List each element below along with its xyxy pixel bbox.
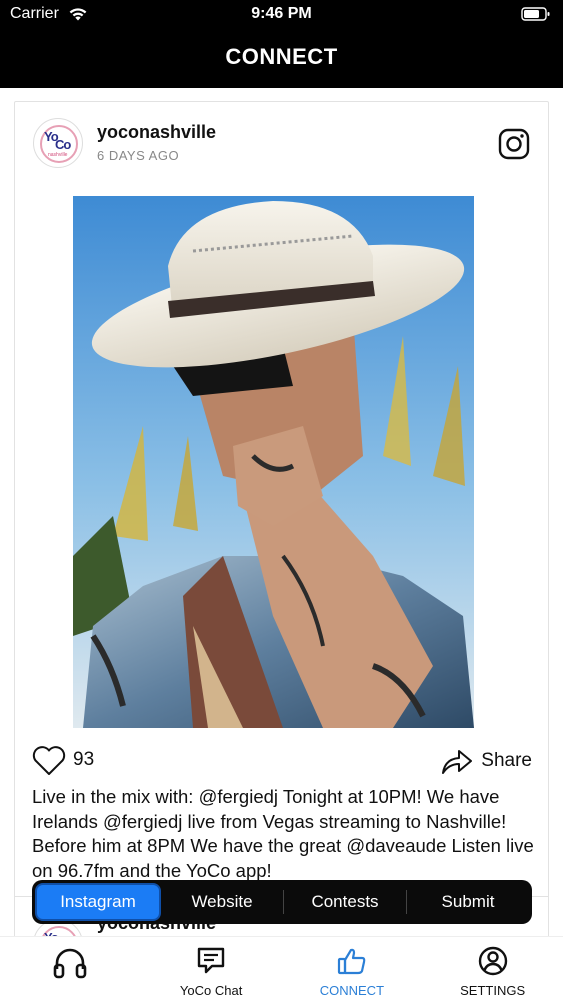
clock: 9:46 PM	[251, 5, 312, 22]
status-bar: Carrier 9:46 PM	[0, 0, 563, 30]
page-title: CONNECT	[225, 44, 338, 69]
share-button[interactable]: Share	[441, 745, 532, 777]
tab-label: SETTINGS	[460, 983, 526, 998]
headphones-icon	[54, 948, 87, 979]
share-label: Share	[481, 750, 532, 771]
tab-listen[interactable]	[0, 937, 141, 1000]
segment-submit[interactable]: Submit	[407, 883, 529, 921]
instagram-feed[interactable]: Yo Co nashville yoconashville 6 DAYS AGO	[0, 88, 563, 936]
instagram-icon[interactable]	[498, 128, 530, 160]
post-caption: Live in the mix with: @fergiedj Tonight …	[32, 786, 534, 881]
tab-connect[interactable]: CONNECT	[282, 937, 423, 1000]
post-username[interactable]: yoconashville	[97, 122, 216, 143]
segment-instagram[interactable]: Instagram	[35, 883, 161, 921]
tab-label: CONNECT	[319, 983, 385, 998]
post-photo[interactable]	[73, 196, 474, 728]
source-segmented-control: Instagram Website Contests Submit	[32, 880, 532, 924]
chat-icon	[197, 947, 225, 974]
heart-icon[interactable]	[31, 745, 67, 777]
like-count: 93	[73, 749, 95, 770]
tab-yoco-chat[interactable]: YoCo Chat	[141, 937, 282, 1000]
tab-settings[interactable]: SETTINGS	[422, 937, 563, 1000]
segment-website[interactable]: Website	[161, 883, 283, 921]
tab-label: YoCo Chat	[179, 983, 243, 998]
avatar[interactable]: Yo Co nashville	[33, 118, 83, 168]
post-card: Yo Co nashville yoconashville 6 DAYS AGO	[14, 101, 549, 901]
thumbs-up-icon	[337, 948, 366, 975]
segment-contests[interactable]: Contests	[284, 883, 406, 921]
tab-bar: YoCo Chat CONNECT SETTINGS	[0, 936, 563, 1000]
battery-icon	[521, 7, 550, 21]
share-icon	[442, 750, 473, 774]
post-time: 6 DAYS AGO	[97, 148, 180, 163]
account-icon	[478, 946, 507, 976]
top-bar: Carrier 9:46 PM CONNECT	[0, 0, 563, 88]
